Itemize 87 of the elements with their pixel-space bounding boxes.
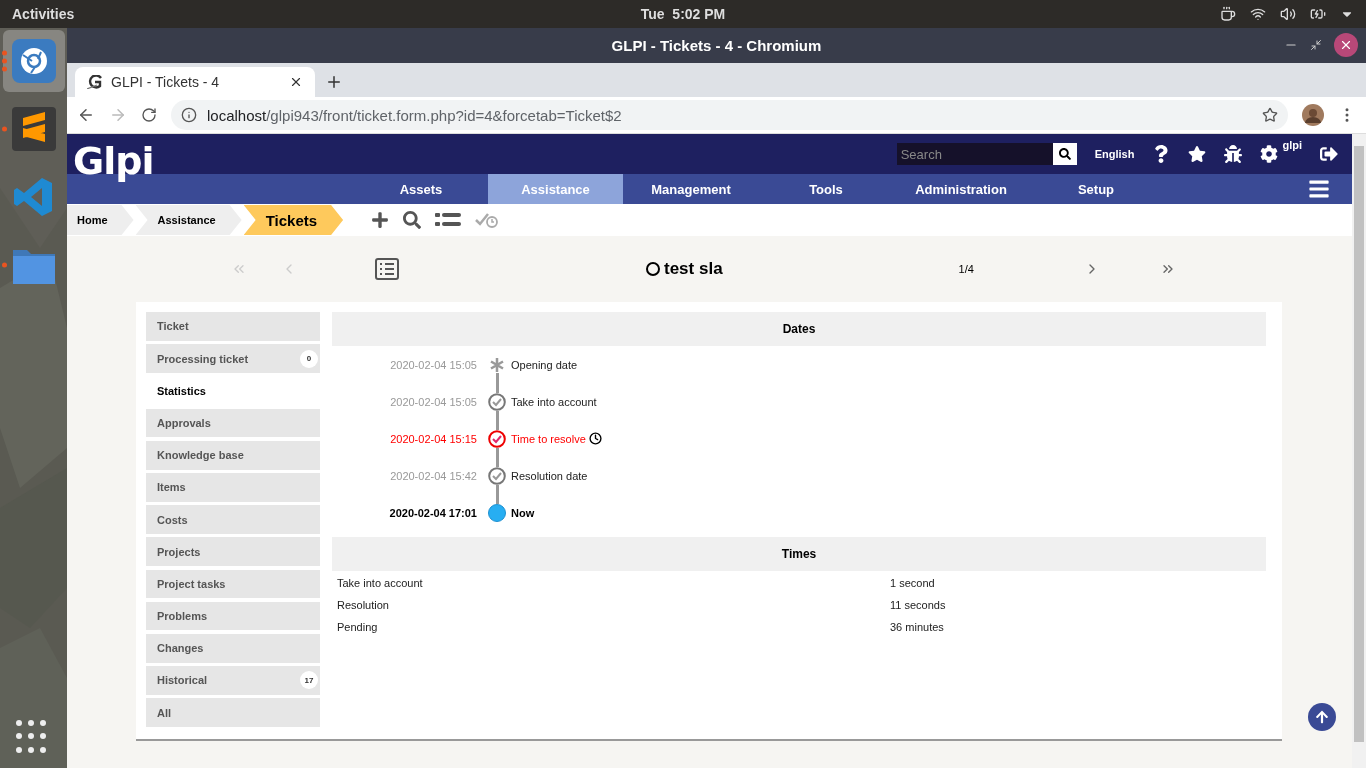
side-tab[interactable]: Approvals — [146, 408, 320, 438]
check-circle-icon — [488, 429, 506, 448]
side-tab[interactable]: Knowledge base — [146, 440, 320, 470]
side-tab[interactable]: Processing ticket 0 — [146, 344, 320, 373]
table-cell-text: Resolution — [337, 599, 390, 611]
battery-icon[interactable] — [1310, 6, 1326, 22]
menu-item[interactable]: Management — [623, 174, 759, 204]
scrollbar[interactable] — [1352, 134, 1366, 768]
ticket-title: test sla — [646, 259, 723, 279]
search-field[interactable]: Search — [896, 143, 1053, 165]
record-counter: 1/4 — [958, 263, 974, 275]
menu-item[interactable]: Tools — [759, 174, 893, 204]
event-label: Time to resolve — [511, 432, 586, 445]
coffee-cup-icon[interactable] — [1220, 6, 1236, 22]
breadcrumb[interactable]: Home — [67, 205, 134, 235]
text-editor-icon[interactable] — [10, 106, 57, 152]
browser-tab[interactable]: GLPI - Tickets - 4 — [75, 67, 315, 97]
wifi-icon[interactable] — [1250, 6, 1266, 22]
table-cell-text: 11 seconds — [890, 599, 947, 611]
list-icon[interactable] — [435, 212, 462, 228]
event-label: Opening date — [511, 358, 578, 371]
close-icon — [1339, 38, 1353, 52]
event-label: Resolution date — [511, 469, 588, 482]
menu-item[interactable]: Setup — [1029, 174, 1163, 204]
side-tab[interactable]: Costs — [146, 505, 320, 534]
table-cell-text: Take into account — [337, 577, 424, 589]
section-heading: Times — [332, 537, 1266, 571]
info-icon[interactable] — [181, 107, 197, 123]
side-tab[interactable]: Project tasks — [146, 569, 320, 599]
browser-icon[interactable] — [10, 38, 57, 84]
date-text: 2020-02-04 15:42 — [389, 469, 477, 482]
logout-icon[interactable] — [1320, 145, 1338, 163]
table-cell-text: 36 minutes — [890, 621, 945, 633]
bookmark-star-icon[interactable] — [1262, 107, 1278, 123]
date-text: 2020-02-04 17:01 — [388, 506, 477, 519]
logo: Glpi — [73, 142, 154, 180]
breadcrumb[interactable]: Tickets — [243, 205, 344, 235]
section-heading: Dates — [332, 312, 1266, 346]
gear-icon — [1260, 145, 1279, 163]
side-tab[interactable]: Items — [146, 472, 320, 502]
back-to-top-button[interactable] — [1308, 703, 1336, 731]
add-icon[interactable] — [371, 211, 390, 229]
side-tab[interactable]: Ticket — [146, 312, 320, 341]
side-tab[interactable]: All — [146, 698, 320, 728]
menu-icon[interactable] — [1308, 178, 1330, 200]
side-tab[interactable]: Projects — [146, 537, 320, 567]
menu-item[interactable]: Administration — [893, 174, 1029, 204]
reload-icon[interactable] — [141, 107, 157, 123]
menu-item[interactable]: Assets — [354, 174, 488, 204]
avatar-icon[interactable] — [1302, 104, 1324, 126]
table-cell-text: Pending — [337, 621, 379, 633]
language-link[interactable]: English — [1094, 148, 1135, 160]
list-icon[interactable] — [375, 258, 399, 280]
close-button[interactable] — [1334, 33, 1358, 57]
clock-icon — [588, 432, 602, 445]
volume-icon[interactable] — [1280, 6, 1296, 22]
breadcrumb[interactable]: Assistance — [135, 205, 242, 235]
bug-icon[interactable] — [1224, 145, 1243, 163]
activities-button[interactable]: Activities — [12, 6, 75, 22]
current-dot-icon — [488, 503, 506, 522]
url-text: localhost/glpi943/front/ticket.form.php?id=4&forcetab=Ticket$2 — [207, 106, 622, 124]
side-tab[interactable]: Problems — [146, 601, 320, 631]
date-text: 2020-02-04 15:15 — [389, 432, 477, 445]
event-label: Now — [511, 506, 535, 519]
side-tab[interactable]: Historical 17 — [146, 666, 320, 695]
arrow-up-icon — [1315, 710, 1329, 724]
close-icon[interactable] — [289, 75, 303, 89]
new-tab-icon[interactable] — [325, 73, 343, 91]
status-icon — [646, 262, 660, 276]
search-icon[interactable] — [403, 211, 422, 229]
event-label: Take into account — [511, 395, 597, 408]
date-text: 2020-02-04 15:05 — [389, 395, 477, 408]
side-tab[interactable]: Changes — [146, 633, 320, 663]
check-clock-icon[interactable] — [475, 212, 500, 228]
date-text: 2020-02-04 15:05 — [389, 358, 477, 371]
table-cell-text: 1 second — [890, 577, 936, 589]
address-bar[interactable]: localhost/glpi943/front/ticket.form.php?id=4&forcetab=Ticket$2 — [171, 100, 1288, 130]
star-icon[interactable] — [1188, 145, 1207, 163]
restore-icon[interactable] — [1310, 39, 1322, 51]
count-badge: 17 — [300, 671, 318, 690]
search-icon — [1058, 148, 1071, 160]
clock[interactable]: Tue 5:02 PM — [640, 6, 726, 22]
back-icon[interactable] — [77, 106, 95, 124]
search-button[interactable] — [1052, 143, 1077, 165]
count-badge: 0 — [300, 349, 318, 368]
logo-icon — [87, 75, 103, 89]
window-title: GLPI - Tickets - 4 - Chromium — [611, 37, 822, 54]
